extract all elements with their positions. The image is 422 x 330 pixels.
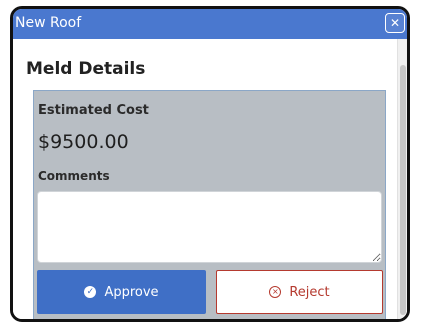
scroll-thumb[interactable] (400, 65, 406, 315)
estimated-cost-label: Estimated Cost (38, 103, 149, 118)
dialog-title: New Roof (15, 15, 82, 31)
check-circle-icon: ✓ (84, 286, 97, 298)
close-button[interactable]: ✕ (385, 13, 405, 33)
comments-textarea[interactable] (37, 191, 382, 263)
meld-details-panel: Estimated Cost $9500.00 Comments ✓ Appro… (33, 90, 386, 319)
x-circle-icon: × (269, 286, 282, 298)
dialog-frame: New Roof ✕ Meld Details Estimated Cost $… (10, 6, 410, 322)
dialog-titlebar: New Roof ✕ (13, 9, 407, 39)
dialog-content: Meld Details Estimated Cost $9500.00 Com… (13, 39, 407, 319)
comments-label: Comments (38, 169, 110, 183)
reject-label: Reject (289, 284, 330, 300)
vertical-scrollbar[interactable] (397, 39, 407, 319)
approve-button[interactable]: ✓ Approve (37, 270, 206, 314)
approve-label: Approve (104, 284, 159, 300)
reject-button[interactable]: × Reject (216, 270, 383, 314)
close-icon: ✕ (389, 16, 401, 30)
estimated-cost-value: $9500.00 (38, 131, 129, 153)
section-heading: Meld Details (26, 59, 146, 79)
